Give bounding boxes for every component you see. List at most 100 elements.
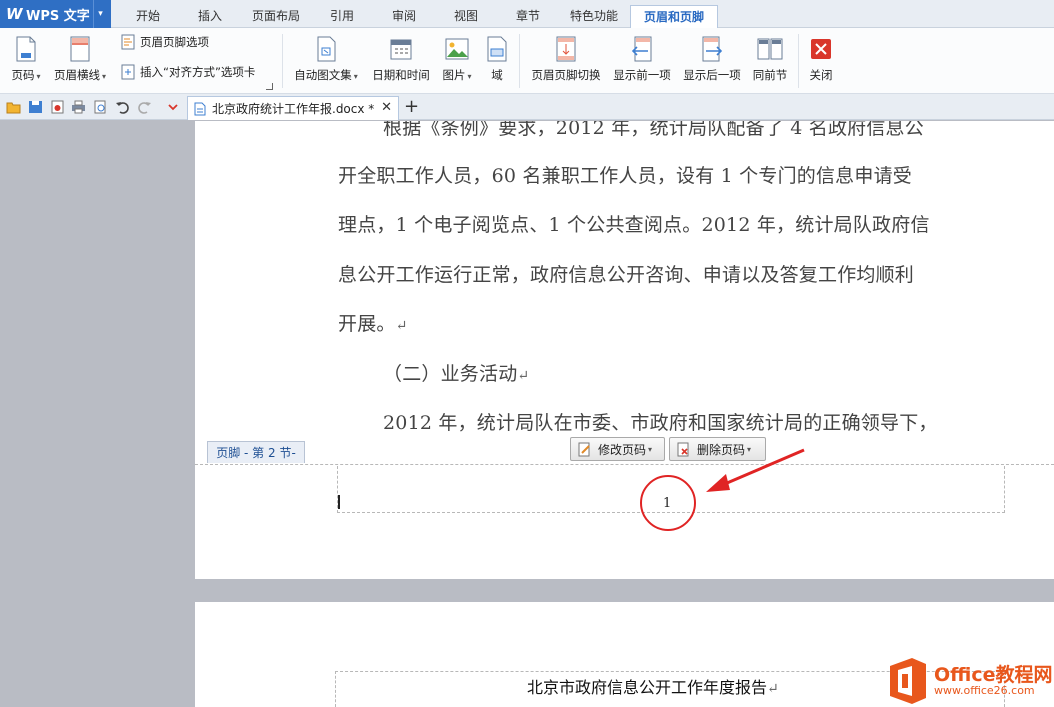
chevron-down-icon: ▾ — [36, 72, 41, 81]
ribbon-divider — [519, 34, 520, 88]
auto-text-icon — [313, 36, 339, 62]
highlight-circle-annotation — [640, 475, 696, 531]
edit-page-icon — [578, 442, 590, 456]
new-tab-icon[interactable]: + — [404, 96, 419, 117]
arrow-left-icon — [629, 36, 655, 62]
tab-special-features[interactable]: 特色功能 — [562, 5, 626, 28]
tab-references[interactable]: 引用 — [314, 5, 370, 28]
close-label: 关闭 — [809, 68, 833, 82]
tab-review[interactable]: 审阅 — [376, 5, 432, 28]
picture-icon — [444, 36, 470, 62]
header-footer-options-button[interactable]: 页眉页脚选项 — [120, 32, 209, 52]
switch-header-footer-label: 页眉页脚切换 — [531, 68, 601, 82]
site-watermark: Office教程网 www.office26.com — [886, 655, 1054, 707]
picture-label: 图片 — [442, 68, 466, 82]
open-folder-icon[interactable] — [6, 100, 21, 114]
insert-align-tab-label: 插入“对齐方式”选项卡 — [140, 65, 256, 79]
header-footer-options-label: 页眉页脚选项 — [140, 35, 209, 49]
menu-bar: W WPS 文字 ▾ 开始 插入 页面布局 引用 审阅 视图 章节 特色功能 页… — [0, 0, 1054, 28]
tab-home[interactable]: 开始 — [120, 5, 176, 28]
tab-insert[interactable]: 插入 — [182, 5, 238, 28]
app-name: WPS 文字 — [26, 8, 90, 24]
watermark-url: www.office26.com — [934, 684, 1035, 698]
close-header-footer-button[interactable]: 关闭 — [805, 28, 837, 94]
close-icon — [808, 36, 834, 62]
body-text-line: 开展。↵ — [338, 309, 408, 336]
calendar-icon — [388, 36, 414, 62]
ribbon-divider — [282, 34, 283, 88]
watermark-title: Office教程网 — [934, 663, 1053, 686]
document-tab-filename: 北京政府统计工作年报.docx * — [212, 102, 375, 116]
chevron-down-icon: ▾ — [353, 72, 358, 81]
customize-toolbar-icon[interactable] — [166, 100, 181, 114]
tab-page-layout[interactable]: 页面布局 — [244, 5, 308, 28]
paragraph-mark: ↵ — [767, 681, 779, 697]
body-text-line: 2012 年，统计局队在市委、市政府和国家统计局的正确领导下， — [383, 412, 938, 434]
undo-icon[interactable] — [115, 100, 130, 114]
subheading-text: （二）业务活动 — [383, 363, 518, 385]
page-number-label: 页码 — [11, 68, 35, 82]
date-time-label: 日期和时间 — [372, 68, 430, 82]
chevron-down-icon: ▾ — [467, 72, 472, 81]
text-cursor — [338, 495, 340, 509]
link-pages-icon — [757, 36, 783, 62]
modify-page-number-button[interactable]: 修改页码 ▾ — [570, 437, 665, 461]
tab-chapter[interactable]: 章节 — [500, 5, 556, 28]
report-title-text: 北京市政府信息公开工作年度报告 — [527, 678, 768, 697]
header-line-label: 页眉横线 — [53, 68, 100, 82]
modify-page-number-label: 修改页码 — [598, 442, 647, 457]
quick-access-toolbar: 北京政府统计工作年报.docx * ✕ + — [0, 94, 1054, 120]
show-previous-button[interactable]: 显示前一项 — [610, 28, 674, 94]
auto-text-label: 自动图文集 — [294, 68, 352, 82]
switch-header-footer-button[interactable]: 页眉页脚切换 — [527, 28, 605, 94]
chevron-down-icon: ▾ — [648, 444, 653, 454]
header-line-icon — [67, 36, 93, 62]
print-icon[interactable] — [71, 100, 86, 114]
body-text-line: 息公开工作运行正常，政府信息公开咨询、申请以及答复工作均顺利 — [338, 264, 915, 286]
chevron-down-icon: ▾ — [101, 72, 106, 81]
export-pdf-icon[interactable] — [50, 100, 65, 114]
align-tab-icon — [121, 64, 135, 80]
delete-page-icon — [677, 442, 689, 456]
body-text-line: 开全职工作人员，60 名兼职工作人员，设有 1 个专门的信息申请受 — [338, 165, 912, 187]
tab-view[interactable]: 视图 — [438, 5, 494, 28]
app-menu-button[interactable]: W WPS 文字 ▾ — [0, 0, 111, 28]
picture-button[interactable]: 图片 ▾ — [440, 28, 474, 94]
wps-logo-icon: W — [6, 5, 23, 23]
chevron-down-icon[interactable]: ▾ — [93, 0, 107, 28]
paragraph-mark: ↵ — [517, 368, 530, 384]
body-text-line: 理点，1 个电子阅览点、1 个公共查阅点。2012 年，统计局队政府信 — [338, 214, 930, 236]
document-page[interactable]: 根据《条例》要求，2012 年，统计局队配备了 4 名政府信息公 开全职工作人员… — [195, 121, 1054, 579]
delete-page-number-button[interactable]: 删除页码 ▾ — [669, 437, 766, 461]
insert-align-tab-button[interactable]: 插入“对齐方式”选项卡 — [120, 62, 255, 82]
save-icon[interactable] — [28, 100, 43, 114]
field-icon — [484, 36, 510, 62]
close-tab-icon[interactable]: ✕ — [381, 100, 392, 115]
auto-text-button[interactable]: 自动图文集 ▾ — [289, 28, 363, 94]
same-as-previous-button[interactable]: 同前节 — [750, 28, 790, 94]
page-number-button[interactable]: 页码 ▾ — [6, 28, 46, 94]
field-label: 域 — [491, 68, 503, 82]
document-icon — [194, 102, 206, 115]
print-preview-icon[interactable] — [93, 100, 108, 114]
redo-icon[interactable] — [137, 100, 152, 114]
footer-section-label: 页脚 - 第 2 节- — [207, 441, 305, 463]
report-title: 北京市政府信息公开工作年度报告↵ — [527, 674, 779, 698]
document-tab[interactable]: 北京政府统计工作年报.docx * ✕ — [187, 96, 399, 120]
section-subheading: （二）业务活动↵ — [383, 359, 529, 386]
delete-page-number-label: 删除页码 — [697, 442, 746, 457]
field-button[interactable]: 域 — [482, 28, 512, 94]
date-time-button[interactable]: 日期和时间 — [368, 28, 434, 94]
show-next-button[interactable]: 显示后一项 — [680, 28, 744, 94]
paragraph-mark: ↵ — [395, 318, 408, 334]
same-as-previous-label: 同前节 — [752, 68, 788, 82]
ribbon-divider — [798, 34, 799, 88]
show-next-label: 显示后一项 — [683, 68, 741, 82]
body-text-line: 根据《条例》要求，2012 年，统计局队配备了 4 名政府信息公 — [383, 121, 924, 139]
chevron-down-icon: ▾ — [747, 444, 752, 454]
header-line-button[interactable]: 页眉横线 ▾ — [52, 28, 108, 94]
dialog-launcher-icon[interactable] — [266, 83, 273, 90]
options-icon — [121, 34, 135, 50]
tab-header-footer[interactable]: 页眉和页脚 — [630, 5, 718, 28]
switch-icon — [553, 36, 579, 62]
